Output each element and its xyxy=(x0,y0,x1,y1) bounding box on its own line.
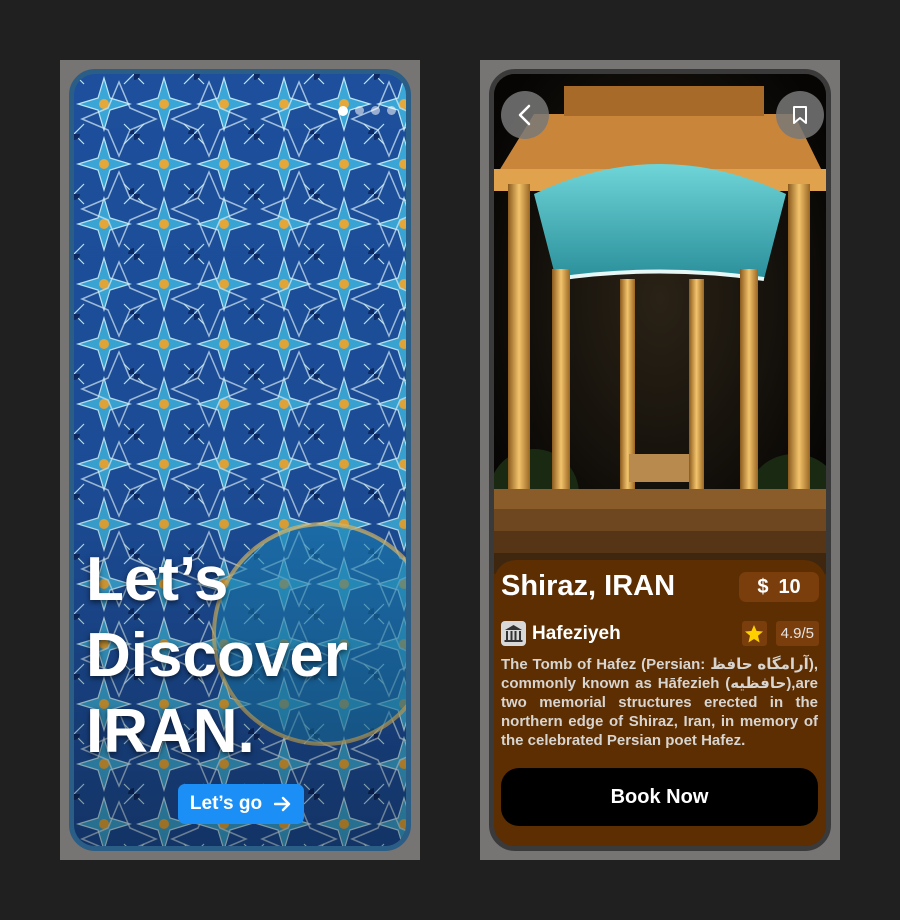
hafez-tomb-photo xyxy=(494,74,826,574)
place-name: Hafeziyeh xyxy=(532,622,621,644)
place-description: The Tomb of Hafez (Persian: آرامگاه حافظ… xyxy=(501,656,818,749)
hero-title-line-1: Let’s xyxy=(86,545,229,614)
rating-value: 4.9/5 xyxy=(775,621,819,646)
hero-title-line-2: Discover xyxy=(86,621,348,690)
hero-title: Let’s Discover IRAN. xyxy=(86,542,406,770)
chevron-left-icon xyxy=(518,104,531,126)
screen-detail: Shiraz, IRAN $ 10 Hafeziyeh 4.9/5 The To… xyxy=(480,60,840,860)
pager-dot[interactable] xyxy=(355,106,364,115)
book-now-button[interactable]: Book Now xyxy=(501,768,818,826)
place-row: Hafeziyeh xyxy=(501,621,621,646)
pager-dot-active[interactable] xyxy=(338,106,348,116)
pager-dot[interactable] xyxy=(387,106,396,115)
place-title: Shiraz, IRAN xyxy=(501,570,676,602)
lets-go-label: Let’s go xyxy=(189,793,263,814)
price-symbol: $ xyxy=(757,575,769,598)
pager-dot[interactable] xyxy=(371,106,380,115)
onboarding-pager[interactable] xyxy=(338,106,396,116)
detail-phone: Shiraz, IRAN $ 10 Hafeziyeh 4.9/5 The To… xyxy=(489,69,831,851)
back-button[interactable] xyxy=(501,91,549,139)
pavilion-illustration xyxy=(494,74,826,574)
hero-title-line-3: IRAN. xyxy=(86,697,255,766)
detail-sheet: Shiraz, IRAN $ 10 Hafeziyeh 4.9/5 The To… xyxy=(494,560,826,846)
price-value: 10 xyxy=(778,575,801,598)
rating: 4.9/5 xyxy=(741,621,819,646)
lets-go-button[interactable]: Let’s go xyxy=(178,784,304,824)
bookmark-button[interactable] xyxy=(776,91,824,139)
arrow-right-icon xyxy=(274,796,291,812)
star-icon xyxy=(741,621,767,646)
onboarding-phone: Let’s Discover IRAN. Let’s go xyxy=(69,69,411,851)
price-badge: $ 10 xyxy=(739,572,819,602)
bookmark-icon xyxy=(793,106,807,124)
monument-icon xyxy=(501,621,526,646)
screen-onboarding: Let’s Discover IRAN. Let’s go xyxy=(60,60,420,860)
